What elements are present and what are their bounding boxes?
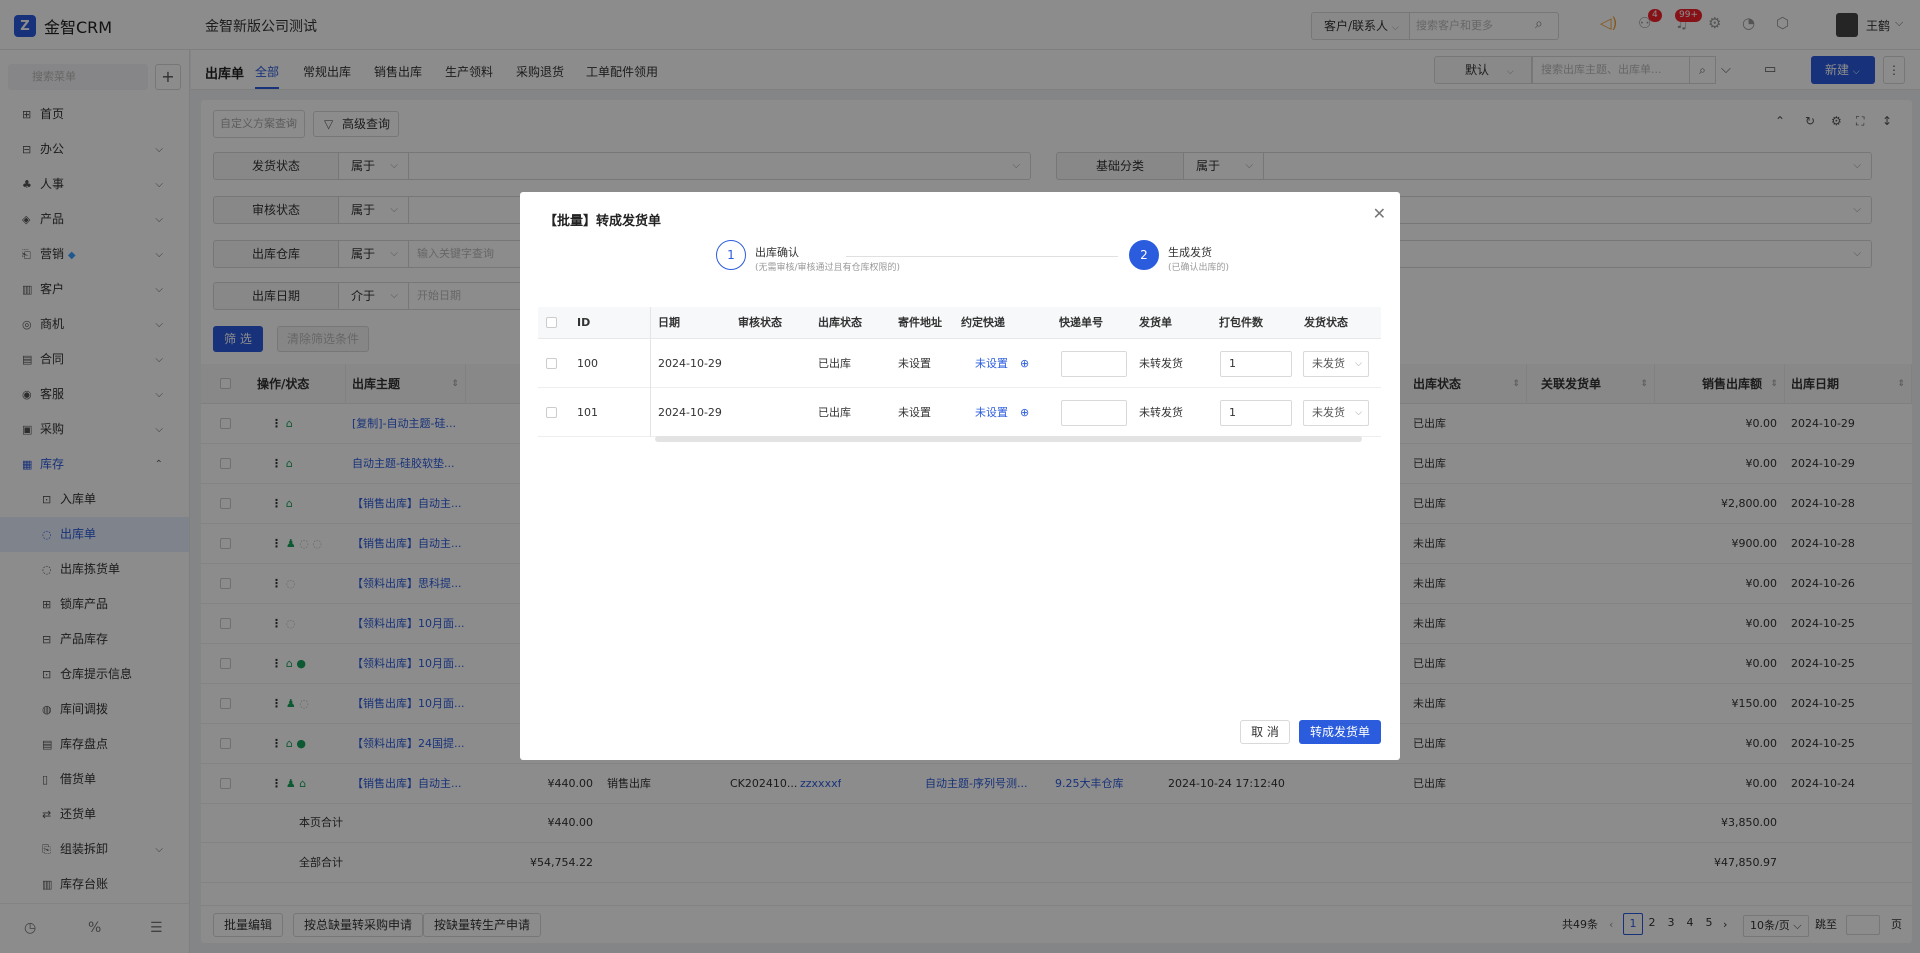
col-express: 约定快递 <box>954 307 1052 339</box>
table-row: 100 2024-10-29 已出库 未设置 未设置 ⊕ 未转发货 1 未发货 ⌵ <box>538 339 1381 388</box>
col-ship-status: 发货状态 <box>1297 307 1381 339</box>
row-delivery: 未转发货 <box>1139 357 1183 370</box>
row-address: 未设置 <box>898 357 931 370</box>
step-1-circle: 1 <box>716 240 746 270</box>
row-checkbox[interactable] <box>546 358 557 369</box>
col-packages: 打包件数 <box>1212 307 1297 339</box>
row-audit <box>731 339 738 388</box>
ship-status-select[interactable]: 未发货 ⌵ <box>1303 400 1369 426</box>
step-2-title: 生成发货 <box>1168 246 1212 259</box>
row-audit <box>731 388 738 437</box>
dialog-title: 【批量】转成发货单 <box>544 214 662 229</box>
step-1-title: 出库确认 <box>755 246 799 259</box>
select-all-cell <box>538 307 570 339</box>
row-address: 未设置 <box>898 406 931 419</box>
step-connector <box>846 256 1118 257</box>
packages-input[interactable]: 1 <box>1220 351 1292 377</box>
horizontal-scrollbar[interactable] <box>655 436 1362 442</box>
col-tracking: 快递单号 <box>1052 307 1132 339</box>
convert-delivery-button[interactable]: 转成发货单 <box>1299 720 1381 744</box>
express-set-link[interactable]: 未设置 <box>968 339 1008 388</box>
select-all-checkbox[interactable] <box>546 317 557 328</box>
packages-input[interactable]: 1 <box>1220 400 1292 426</box>
row-delivery: 未转发货 <box>1139 406 1183 419</box>
row-date: 2024-10-29 <box>658 357 722 370</box>
zoom-icon[interactable]: ⊕ <box>1020 388 1029 437</box>
zoom-icon[interactable]: ⊕ <box>1020 339 1029 388</box>
col-out-status: 出库状态 <box>811 307 891 339</box>
row-checkbox[interactable] <box>546 407 557 418</box>
express-set-link[interactable]: 未设置 <box>968 388 1008 437</box>
tracking-input[interactable] <box>1061 351 1127 377</box>
row-id: 101 <box>570 388 651 437</box>
table-row: 101 2024-10-29 已出库 未设置 未设置 ⊕ 未转发货 1 未发货 ⌵ <box>538 388 1381 437</box>
col-audit-status: 审核状态 <box>731 307 811 339</box>
col-id: ID <box>570 307 651 339</box>
row-id: 100 <box>570 339 651 388</box>
row-date: 2024-10-29 <box>658 406 722 419</box>
row-out-status: 已出库 <box>818 406 851 419</box>
step-2-circle: 2 <box>1129 240 1159 270</box>
ship-status-select[interactable]: 未发货 ⌵ <box>1303 351 1369 377</box>
row-out-status: 已出库 <box>818 357 851 370</box>
step-1-desc: (无需审核/审核通过且有仓库权限的) <box>755 263 901 273</box>
col-delivery: 发货单 <box>1132 307 1212 339</box>
col-address: 寄件地址 <box>891 307 954 339</box>
cancel-button[interactable]: 取 消 <box>1240 720 1290 744</box>
col-date: 日期 <box>651 307 731 339</box>
tracking-input[interactable] <box>1061 400 1127 426</box>
close-icon[interactable]: ✕ <box>1373 204 1386 223</box>
convert-delivery-dialog: 【批量】转成发货单 ✕ 1 出库确认 (无需审核/审核通过且有仓库权限的) 2 … <box>520 192 1400 760</box>
step-2-desc: (已确认出库的) <box>1168 263 1230 273</box>
